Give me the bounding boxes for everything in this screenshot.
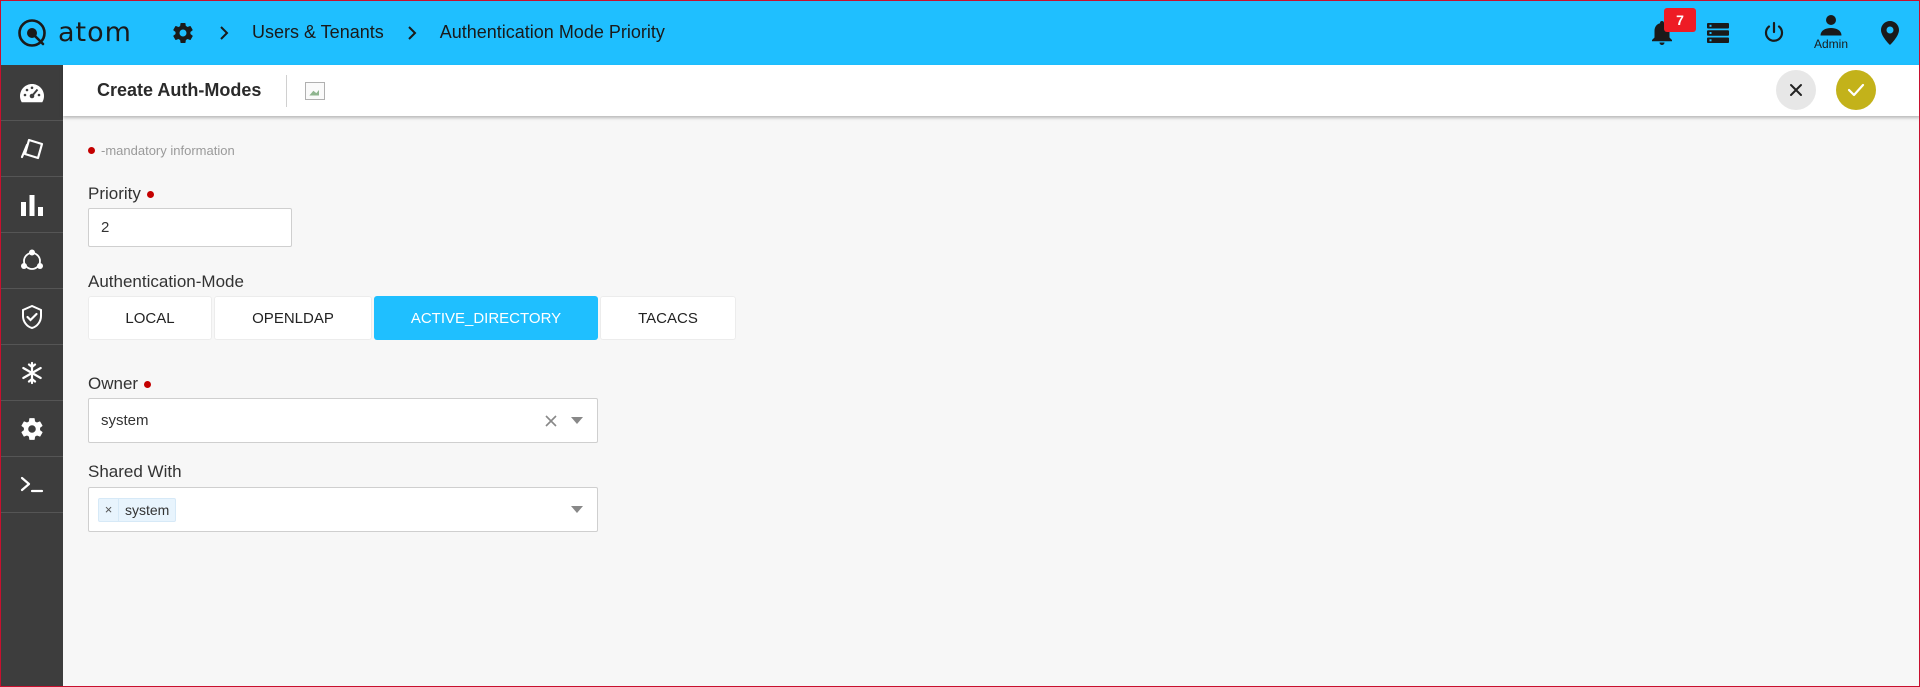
priority-input[interactable]: 2 — [88, 208, 292, 247]
bar-chart-icon — [20, 194, 43, 216]
location-button[interactable] — [1860, 0, 1920, 65]
header-divider — [286, 74, 288, 107]
server-stack-icon — [1707, 22, 1729, 43]
auth-mode-tacacs[interactable]: TACACS — [600, 296, 736, 340]
dropdown-caret-icon[interactable] — [571, 399, 583, 442]
dashboard-icon — [19, 83, 44, 102]
sidebar-item-snowflake[interactable] — [0, 345, 63, 401]
sidebar-item-settings[interactable] — [0, 401, 63, 457]
chip-label: system — [125, 501, 170, 518]
shared-with-label: Shared With — [88, 462, 182, 482]
auth-mode-openldap[interactable]: OPENLDAP — [214, 296, 372, 340]
topology-icon — [20, 249, 43, 270]
broken-image-icon — [305, 81, 326, 100]
shared-with-chip: × system — [98, 497, 177, 522]
notifications-button[interactable]: 7 — [1634, 0, 1696, 65]
sidebar-item-dashboard[interactable] — [0, 65, 63, 121]
mandatory-dot-icon — [88, 147, 95, 154]
user-icon — [1820, 15, 1842, 36]
brand[interactable]: atom — [0, 0, 160, 65]
server-list-button[interactable] — [1690, 0, 1746, 65]
breadcrumb-auth-mode-priority[interactable]: Authentication Mode Priority — [440, 22, 665, 43]
auth-mode-local[interactable]: LOCAL — [88, 296, 212, 340]
shared-with-select[interactable]: × system — [88, 487, 598, 532]
snowflake-icon — [21, 361, 42, 384]
sidebar-item-security[interactable] — [0, 289, 63, 345]
terminal-icon — [20, 476, 43, 492]
clear-selection-icon[interactable] — [545, 399, 557, 442]
breadcrumb: Users & Tenants Authentication Mode Prio… — [170, 0, 665, 65]
chevron-right-icon — [404, 25, 420, 41]
power-icon — [1764, 21, 1784, 42]
required-dot-icon — [144, 380, 152, 388]
auth-mode-label-text: Authentication-Mode — [88, 272, 244, 291]
owner-select[interactable]: system — [88, 398, 598, 443]
required-dot-icon — [146, 190, 154, 198]
shield-check-icon — [21, 304, 42, 329]
breadcrumb-users-tenants[interactable]: Users & Tenants — [252, 22, 384, 43]
brand-name: atom — [58, 17, 132, 48]
sidebar-item-topology[interactable] — [0, 233, 63, 289]
close-icon — [1790, 84, 1802, 96]
owner-label-text: Owner — [88, 374, 139, 393]
top-right-actions: 7 Admin — [1634, 0, 1920, 65]
header-actions — [1776, 70, 1876, 110]
top-bar: atom Users & Tenants Authentication Mode… — [0, 0, 1920, 65]
shared-with-label-text: Shared With — [88, 462, 182, 481]
page-title: Create Auth-Modes — [97, 80, 262, 100]
power-button[interactable] — [1746, 0, 1802, 65]
owner-value: system — [101, 412, 149, 429]
settings-gear-icon[interactable] — [170, 20, 196, 46]
sidebar — [0, 65, 63, 687]
auth-mode-active-directory[interactable]: ACTIVE_DIRECTORY — [374, 296, 598, 340]
chevron-right-icon — [216, 25, 232, 41]
owner-label: Owner — [88, 374, 152, 394]
mandatory-note-text: -mandatory information — [101, 143, 235, 158]
sidebar-item-devices[interactable] — [0, 121, 63, 177]
sidebar-item-terminal[interactable] — [0, 457, 63, 513]
settings-gear-icon — [20, 417, 43, 440]
user-name: Admin — [1813, 37, 1848, 51]
close-button[interactable] — [1776, 70, 1816, 110]
checkmark-icon — [1847, 83, 1865, 97]
atom-logo-icon — [18, 18, 46, 47]
form-header: Create Auth-Modes — [63, 65, 1920, 116]
confirm-button[interactable] — [1836, 70, 1876, 110]
priority-label: Priority — [88, 184, 154, 204]
chip-remove-icon[interactable]: × — [99, 498, 119, 521]
sidebar-item-analytics[interactable] — [0, 177, 63, 233]
devices-icon — [20, 138, 43, 159]
auth-mode-segmented: LOCAL OPENLDAP ACTIVE_DIRECTORY TACACS — [88, 296, 738, 340]
dropdown-caret-icon[interactable] — [571, 488, 583, 531]
priority-label-text: Priority — [88, 184, 141, 203]
auth-mode-label: Authentication-Mode — [88, 272, 244, 292]
location-pin-icon — [1881, 20, 1899, 45]
user-menu[interactable]: Admin — [1802, 0, 1860, 65]
priority-value: 2 — [101, 219, 110, 236]
mandatory-note: -mandatory information — [88, 143, 235, 158]
